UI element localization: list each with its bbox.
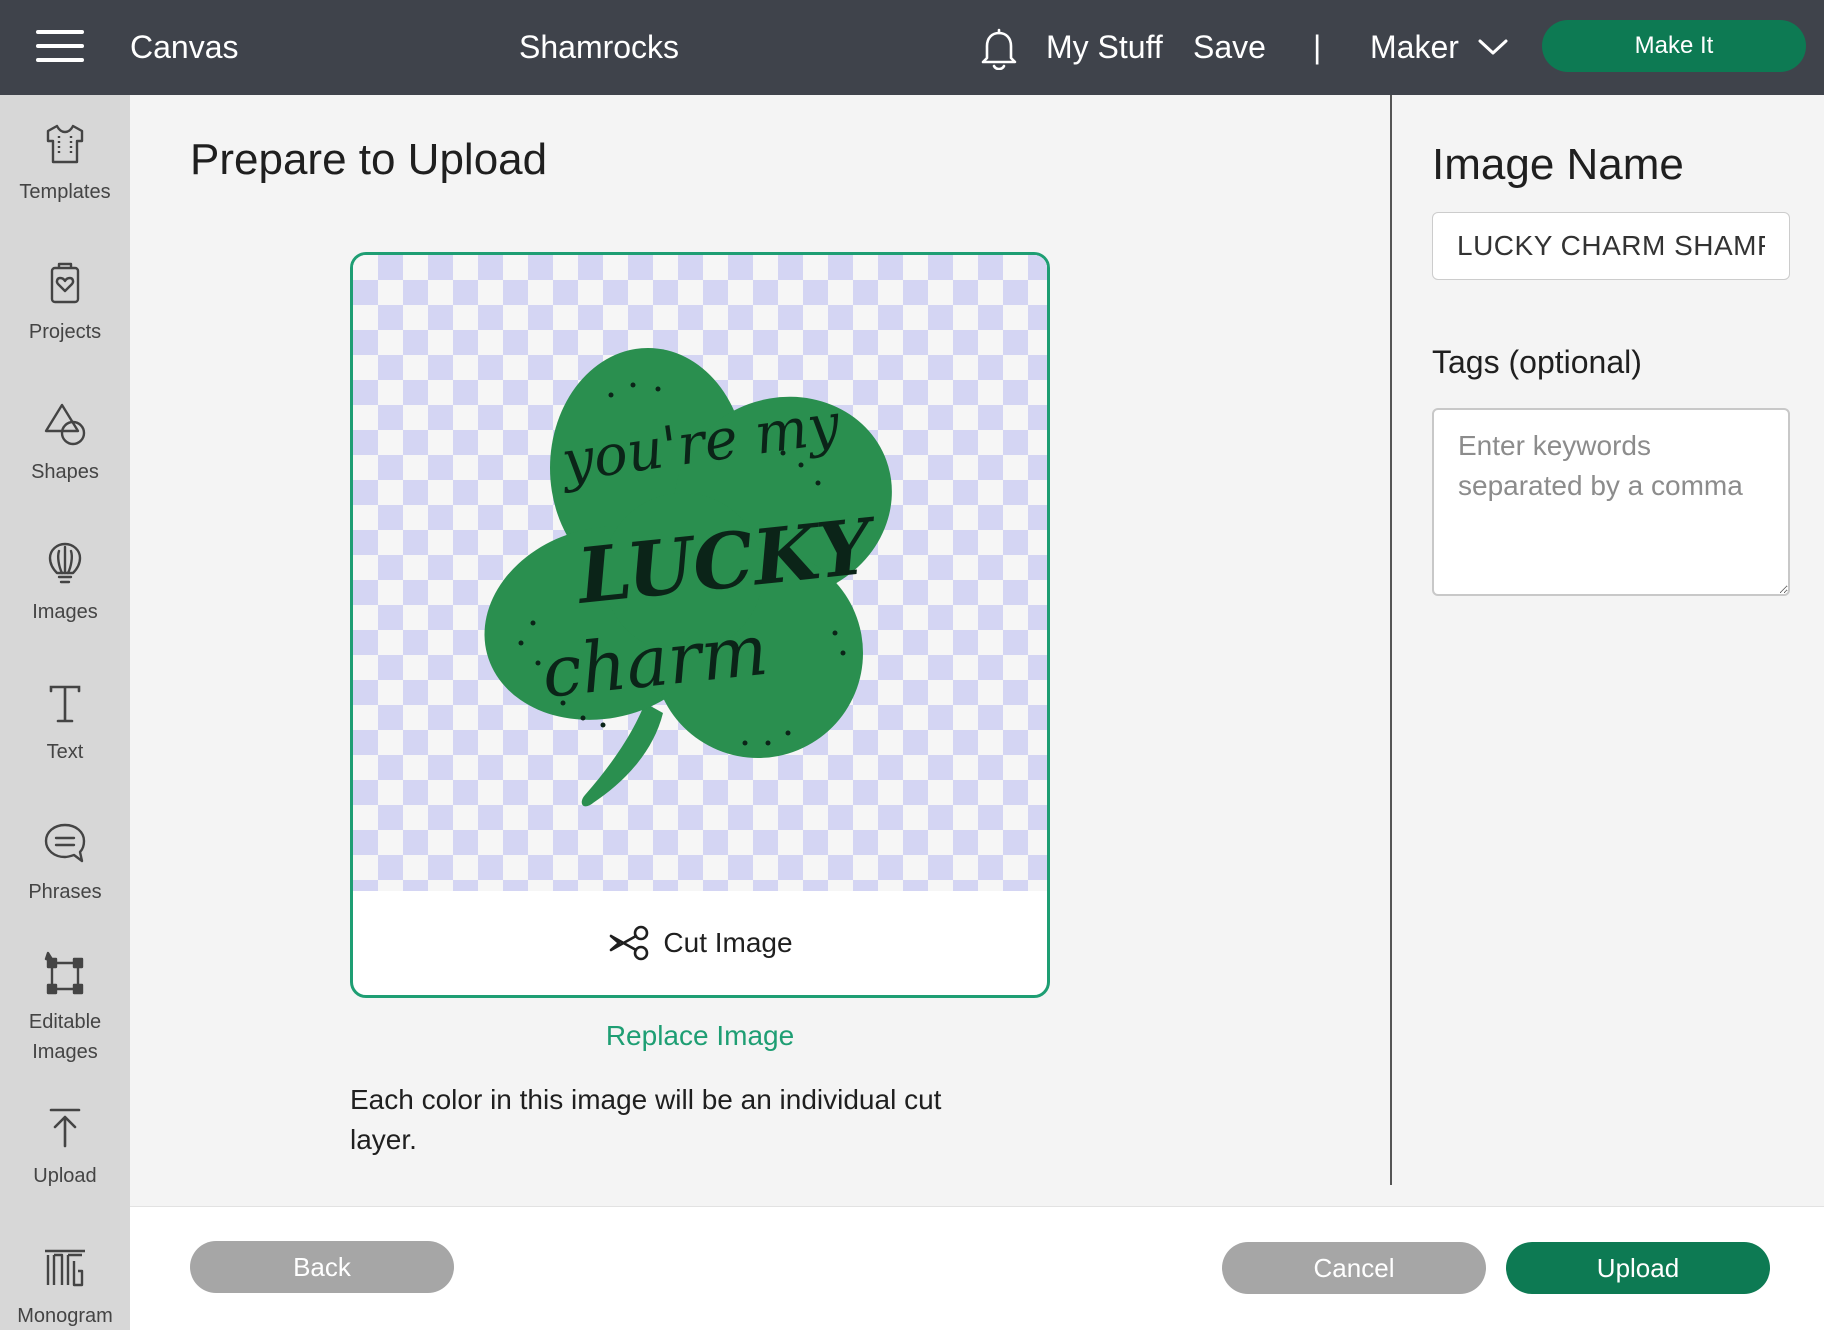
left-sidebar: Templates Projects Shapes Images Text Ph… (0, 95, 130, 1330)
upload-icon (49, 1108, 81, 1148)
sidebar-item-label: Phrases (28, 881, 102, 903)
cut-image-option[interactable]: Cut Image (353, 891, 1047, 995)
editable-image-icon (44, 951, 84, 995)
sidebar-item-label: Templates (19, 181, 111, 203)
cut-image-label: Cut Image (663, 927, 793, 958)
back-button[interactable]: Back (190, 1241, 454, 1293)
sidebar-item-label: Projects (28, 321, 102, 343)
image-name-label: Image Name (1432, 140, 1684, 189)
chevron-down-icon[interactable] (1477, 36, 1509, 58)
sidebar-item-projects[interactable]: Projects (0, 261, 130, 347)
transparency-background: you're my LUCKY charm (353, 255, 1047, 891)
monogram-icon (45, 1249, 85, 1287)
top-bar: Canvas Shamrocks My Stuff Save | Maker M… (0, 0, 1824, 95)
lightbulb-icon (48, 542, 82, 584)
upload-button[interactable]: Upload (1506, 1242, 1770, 1294)
replace-image-link[interactable]: Replace Image (350, 1020, 1050, 1052)
header-separator: | (1313, 29, 1322, 65)
sidebar-item-templates[interactable]: Templates (0, 121, 130, 207)
shamrock-artwork: you're my LUCKY charm (484, 348, 892, 807)
sidebar-item-label: Text (46, 741, 84, 763)
footer-bar: Back Cancel Upload (130, 1206, 1824, 1330)
make-it-button[interactable]: Make It (1542, 20, 1806, 72)
hamburger-menu-icon[interactable] (36, 30, 84, 64)
image-preview-card: you're my LUCKY charm Cut Image (350, 252, 1050, 998)
sidebar-item-label: Shapes (31, 461, 99, 483)
tshirt-icon (46, 124, 84, 164)
sidebar-item-images[interactable]: Images (0, 541, 130, 627)
page-title: Prepare to Upload (190, 135, 548, 184)
sidebar-item-phrases[interactable]: Phrases (0, 821, 130, 907)
tags-label: Tags (optional) (1432, 344, 1642, 380)
cancel-button[interactable]: Cancel (1222, 1242, 1486, 1294)
canvas-label: Canvas (130, 29, 239, 65)
save-button[interactable]: Save (1193, 0, 1266, 95)
machine-select[interactable]: Maker (1370, 0, 1459, 95)
image-name-input[interactable] (1432, 212, 1790, 280)
panel-divider (1390, 95, 1392, 1185)
text-icon (49, 685, 81, 723)
sidebar-item-upload[interactable]: Upload (0, 1105, 130, 1191)
my-stuff-link[interactable]: My Stuff (1046, 0, 1163, 95)
project-name[interactable]: Shamrocks (519, 0, 679, 95)
tags-textarea[interactable] (1432, 408, 1790, 596)
cut-layer-info: Each color in this image will be an indi… (350, 1084, 942, 1155)
shapes-icon (44, 403, 86, 446)
sidebar-item-text[interactable]: Text (0, 681, 130, 767)
sidebar-item-monogram[interactable]: Monogram (0, 1245, 130, 1330)
sidebar-item-editable-images[interactable]: Editable Images (0, 951, 130, 1067)
scissors-icon (610, 925, 649, 961)
sidebar-item-label: Monogram (17, 1305, 113, 1327)
projects-icon (50, 262, 80, 304)
sidebar-item-shapes[interactable]: Shapes (0, 401, 130, 487)
bell-icon[interactable] (978, 26, 1020, 70)
sidebar-item-label: Editable Images (28, 1011, 102, 1063)
sidebar-item-label: Upload (33, 1165, 97, 1187)
speech-bubble-icon (44, 823, 86, 863)
sidebar-item-label: Images (32, 601, 98, 623)
